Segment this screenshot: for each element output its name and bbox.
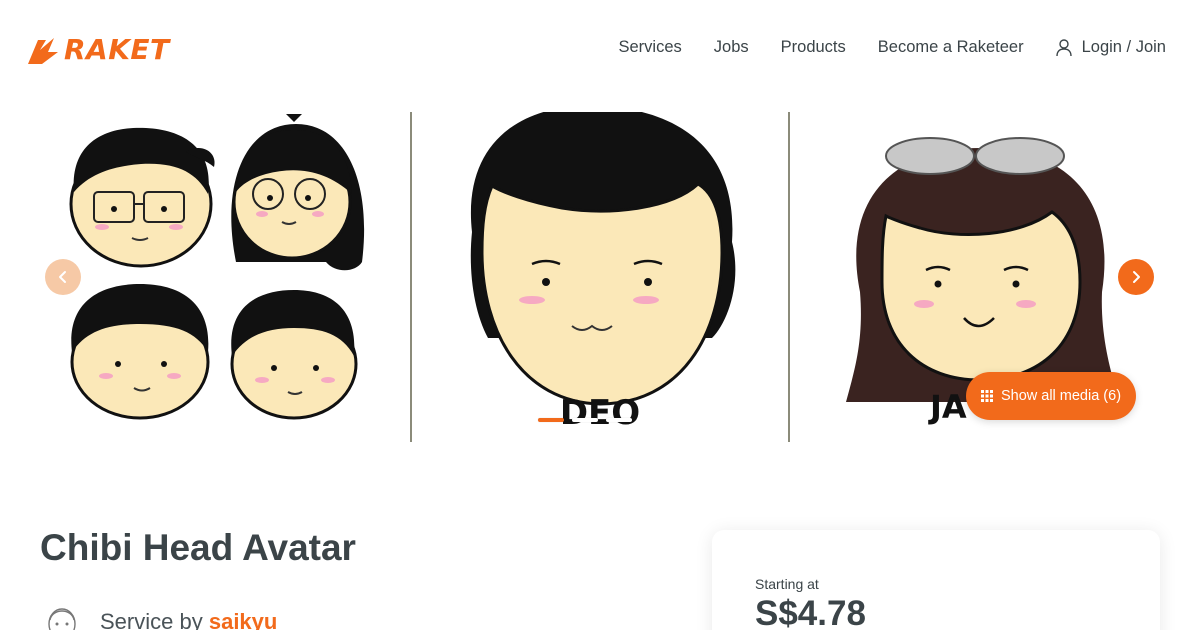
slide-caption-deo: DEO	[560, 393, 640, 433]
gallery-dot-1[interactable]	[538, 418, 564, 422]
grid-icon	[980, 390, 993, 402]
gallery-next-button[interactable]	[1118, 259, 1154, 295]
show-all-media-button[interactable]: Show all media (6)	[966, 372, 1136, 420]
show-all-media-label: Show all media (6)	[1000, 388, 1122, 404]
price-label: Starting at	[755, 576, 819, 592]
gallery-slide-2[interactable]: DEO	[410, 112, 788, 442]
service-by-label: Service by	[100, 609, 203, 630]
service-seller: Service by saikyu	[40, 600, 277, 630]
nav-jobs[interactable]: Jobs	[714, 38, 749, 57]
service-title: Chibi Head Avatar	[40, 527, 356, 568]
slide-caption-ja: JA	[928, 388, 967, 426]
gallery-dot-3[interactable]	[606, 418, 632, 422]
nav-products[interactable]: Products	[781, 38, 846, 57]
raket-logo[interactable]: RAKET	[24, 34, 169, 66]
gallery-prev-button[interactable]	[45, 259, 81, 295]
chevron-left-icon	[59, 271, 66, 283]
seller-name-link[interactable]: saikyu	[209, 609, 278, 630]
main-nav: Services Jobs Products Become a Raketeer…	[619, 38, 1167, 57]
login-join-label: Login / Join	[1081, 38, 1166, 56]
user-icon	[1055, 38, 1072, 56]
nav-services[interactable]: Services	[619, 38, 682, 57]
login-join-link[interactable]: Login / Join	[1055, 38, 1166, 57]
site-header: RAKET Services Jobs Products Become a Ra…	[0, 0, 1200, 100]
price-value: S$4.78	[755, 594, 866, 630]
gallery-dot-2[interactable]	[572, 418, 598, 422]
rocket-icon	[28, 38, 58, 64]
chibi-deo-image: DEO	[470, 112, 736, 433]
logo-wordmark: RAKET	[64, 33, 170, 66]
nav-become-raketeer[interactable]: Become a Raketeer	[878, 38, 1024, 57]
gallery-pagination	[538, 418, 632, 422]
seller-avatar[interactable]	[40, 600, 84, 630]
price-card: Starting at S$4.78	[712, 530, 1160, 630]
chibi-group-image	[69, 114, 365, 420]
gallery-slide-1[interactable]	[36, 112, 408, 442]
chevron-right-icon	[1133, 271, 1140, 283]
